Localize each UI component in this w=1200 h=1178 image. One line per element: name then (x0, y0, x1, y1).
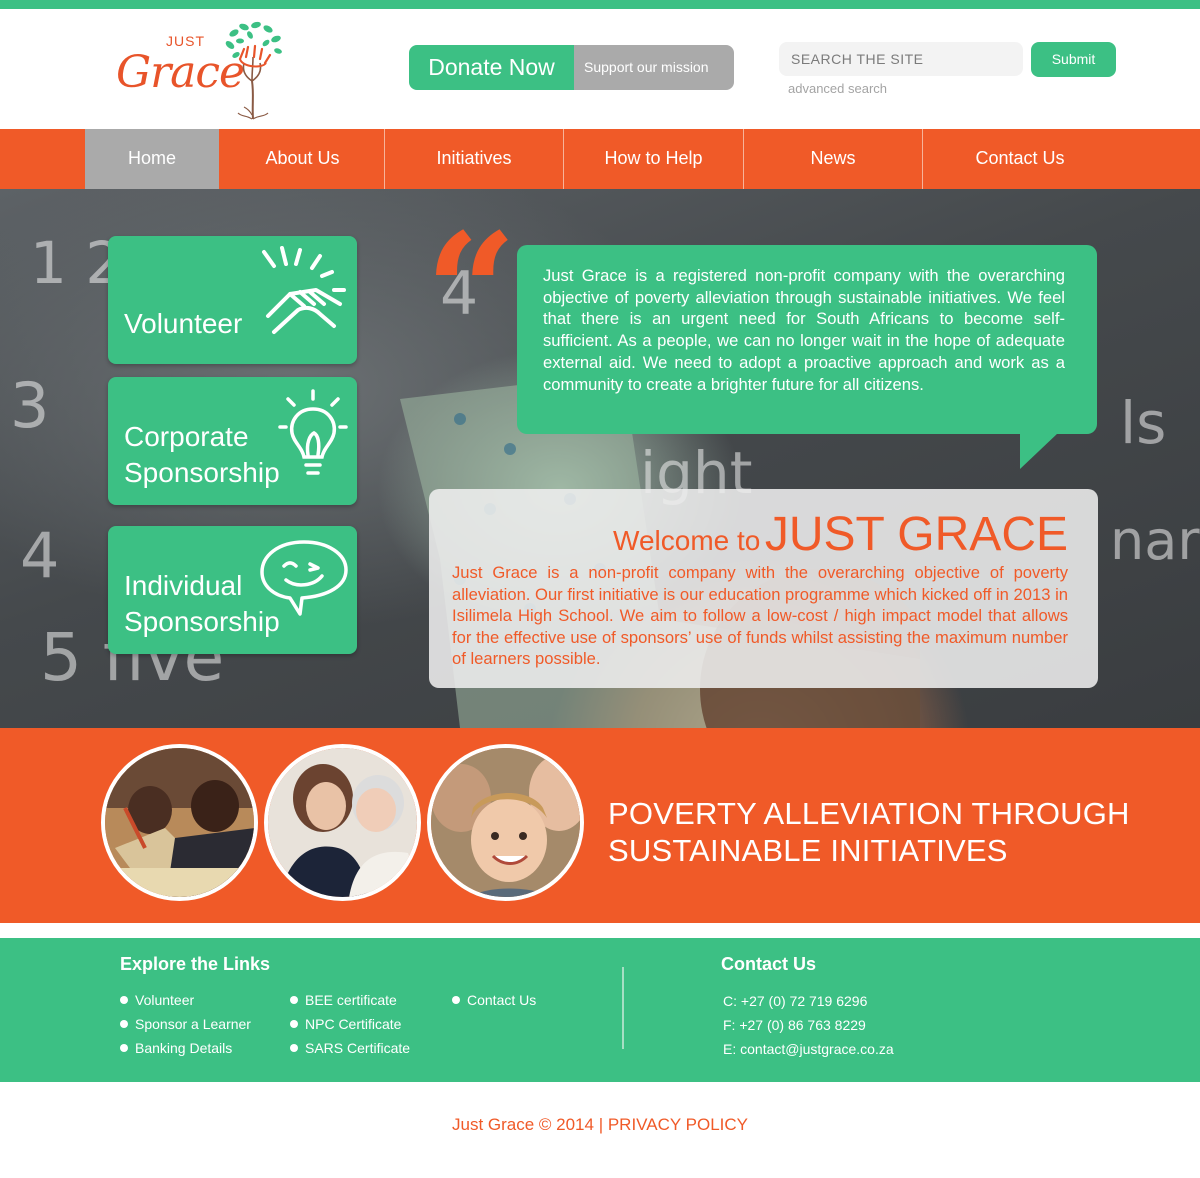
quote-mark-icon: “ (425, 198, 518, 386)
support-mission-label: Support our mission (574, 45, 734, 90)
welcome-panel: Welcome to JUST GRACE Just Grace is a no… (429, 489, 1098, 688)
corporate-tile-line2: Sponsorship (124, 457, 280, 488)
mission-quote-bubble: Just Grace is a registered non-profit co… (517, 245, 1097, 434)
nav-item-contact-us[interactable]: Contact Us (923, 129, 1117, 189)
volunteer-tile-label: Volunteer (124, 308, 243, 339)
copyright-bar: Just Grace © 2014 | PRIVACY POLICY (0, 1115, 1200, 1135)
explore-links-heading: Explore the Links (120, 954, 271, 974)
children-writing-photo (101, 744, 258, 901)
just-grace-logo[interactable]: JUST Grace (112, 19, 292, 124)
nav-item-about-us[interactable]: About Us (221, 129, 384, 189)
handshake-icon (262, 246, 346, 334)
individual-tile-line1: Individual (124, 570, 243, 601)
footer-link-contact-us[interactable]: Contact Us (452, 992, 536, 1008)
hero-chalkboard-image: 1 2 3 4 5 five 4 ls nar ight Volunteer C… (0, 189, 1200, 728)
volunteer-tile[interactable]: Volunteer (108, 236, 357, 364)
search-submit-button[interactable]: Submit (1031, 42, 1116, 77)
quote-bubble-tail (1020, 433, 1058, 469)
contact-fax: F: +27 (0) 86 763 8229 (723, 1017, 866, 1033)
nav-item-home[interactable]: Home (85, 129, 219, 189)
footer-divider (622, 967, 624, 1049)
chalk-scribble: 4 (20, 519, 60, 592)
welcome-heading: Welcome to JUST GRACE (613, 507, 1068, 562)
contact-email[interactable]: E: contact@justgrace.co.za (723, 1041, 894, 1057)
initiatives-banner: POVERTY ALLEVIATION THROUGH SUSTAINABLE … (0, 728, 1200, 923)
nav-item-initiatives[interactable]: Initiatives (385, 129, 563, 189)
smile-speech-icon (260, 540, 348, 616)
site-footer: Explore the Links Volunteer Sponsor a Le… (0, 938, 1200, 1082)
corporate-sponsorship-tile[interactable]: Corporate Sponsorship (108, 377, 357, 505)
welcome-prefix: Welcome to (613, 525, 761, 556)
privacy-policy-link[interactable]: PRIVACY POLICY (608, 1115, 748, 1134)
chalk-scribble: nar (1110, 509, 1200, 572)
advanced-search-link[interactable]: advanced search (788, 81, 887, 96)
chalk-scribble: ls (1120, 389, 1167, 457)
nav-item-news[interactable]: News (744, 129, 922, 189)
top-accent-strip (0, 0, 1200, 9)
footer-link-npc-certificate[interactable]: NPC Certificate (290, 1016, 401, 1032)
footer-link-sars-certificate[interactable]: SARS Certificate (290, 1040, 410, 1056)
nav-item-how-to-help[interactable]: How to Help (564, 129, 743, 189)
welcome-org-name: JUST GRACE (764, 508, 1068, 561)
footer-link-bee-certificate[interactable]: BEE certificate (290, 992, 397, 1008)
corporate-tile-line1: Corporate (124, 421, 249, 452)
contact-cell: C: +27 (0) 72 719 6296 (723, 993, 868, 1009)
tree-hand-icon (225, 21, 282, 120)
banner-tagline-line2: SUSTAINABLE INITIATIVES (608, 833, 1008, 868)
caregiver-elderly-photo (264, 744, 421, 901)
chalk-scribble: 3 (10, 369, 50, 442)
contact-heading: Contact Us (721, 954, 817, 974)
donate-now-label: Donate Now (409, 45, 574, 90)
copyright-text: Just Grace © 2014 | (451, 1115, 608, 1134)
individual-sponsorship-tile[interactable]: Individual Sponsorship (108, 526, 357, 654)
main-nav: Home About Us Initiatives How to Help Ne… (0, 129, 1200, 189)
lightbulb-icon (278, 389, 348, 475)
banner-tagline: POVERTY ALLEVIATION THROUGH SUSTAINABLE … (608, 795, 1130, 869)
smiling-children-photo (427, 744, 584, 901)
banner-tagline-line1: POVERTY ALLEVIATION THROUGH (608, 796, 1130, 831)
footer-link-sponsor-learner[interactable]: Sponsor a Learner (120, 1016, 251, 1032)
donate-now-button[interactable]: Donate Now Support our mission (409, 45, 734, 90)
footer-link-volunteer[interactable]: Volunteer (120, 992, 194, 1008)
search-input[interactable] (779, 42, 1023, 76)
welcome-description: Just Grace is a non-profit company with … (452, 563, 1068, 668)
footer-link-banking-details[interactable]: Banking Details (120, 1040, 232, 1056)
site-header: JUST Grace Donate Now Support our missio… (0, 9, 1200, 129)
